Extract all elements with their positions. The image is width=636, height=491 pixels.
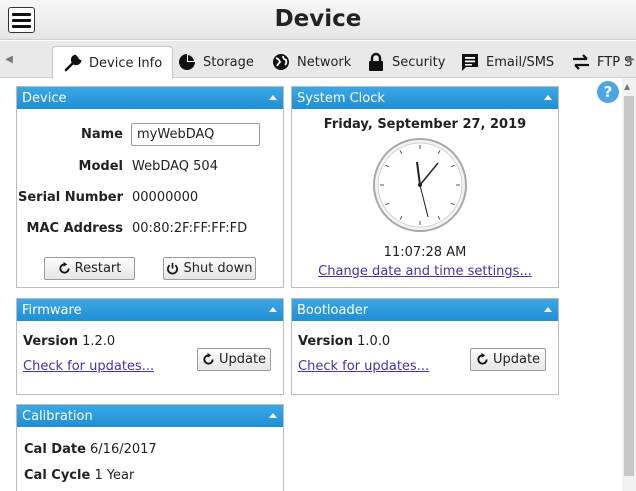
tab-network[interactable]: Network xyxy=(271,46,351,78)
restart-button[interactable]: Restart xyxy=(44,257,135,280)
device-name-input[interactable] xyxy=(131,123,260,146)
scroll-up-icon[interactable]: ▲ xyxy=(624,82,630,91)
restart-label: Restart xyxy=(74,261,122,276)
panel-header[interactable]: Firmware xyxy=(17,299,283,321)
analog-clock-icon xyxy=(372,137,468,233)
tab-scroll-left-icon[interactable]: ◀ xyxy=(2,41,16,78)
collapse-caret-icon[interactable] xyxy=(269,307,277,312)
update-label: Update xyxy=(218,352,267,367)
panel-header[interactable]: System Clock xyxy=(292,87,558,109)
version-label: Version xyxy=(298,334,353,349)
refresh-icon xyxy=(58,262,71,275)
shutdown-button[interactable]: Shut down xyxy=(163,257,256,280)
firmware-version-row: Version 1.2.0 xyxy=(23,334,115,349)
power-icon xyxy=(166,262,179,275)
bootloader-version-value: 1.0.0 xyxy=(357,334,391,349)
clock-time: 11:07:28 AM xyxy=(383,245,467,260)
panel-title: Calibration xyxy=(22,408,93,424)
firmware-update-button[interactable]: Update xyxy=(197,348,271,371)
panel-title: Firmware xyxy=(22,302,82,318)
pie-chart-icon xyxy=(177,52,197,72)
message-icon xyxy=(460,52,480,72)
wrench-icon xyxy=(63,53,83,73)
cal-date-label: Cal Date xyxy=(24,442,86,457)
page-title: Device xyxy=(274,6,362,32)
cal-cycle-label: Cal Cycle xyxy=(24,468,91,483)
bootloader-check-updates-link[interactable]: Check for updates... xyxy=(298,359,429,374)
tab-security[interactable]: Security xyxy=(366,46,445,78)
mac-address-label: MAC Address xyxy=(26,221,123,236)
system-clock-panel: System Clock Friday, September 27, 2019 … xyxy=(291,86,559,288)
panel-title: Device xyxy=(22,90,67,106)
tab-label: Network xyxy=(297,54,352,70)
mac-address-value: 00:80:2F:FF:FF:FD xyxy=(132,221,248,236)
tab-label: Security xyxy=(392,54,446,70)
bootloader-update-button[interactable]: Update xyxy=(470,348,546,371)
bootloader-panel: Bootloader Version 1.0.0 Check for updat… xyxy=(291,298,559,395)
firmware-version-value: 1.2.0 xyxy=(82,334,116,349)
collapse-caret-icon[interactable] xyxy=(544,95,552,100)
model-label: Model xyxy=(78,159,123,174)
update-label: Update xyxy=(492,352,541,367)
panel-header[interactable]: Bootloader xyxy=(292,299,558,321)
collapse-caret-icon[interactable] xyxy=(544,307,552,312)
cal-date-value: 6/16/2017 xyxy=(90,442,157,457)
calibration-panel: Calibration Cal Date 6/16/2017 Cal Cycle… xyxy=(16,404,284,491)
shutdown-label: Shut down xyxy=(183,261,253,276)
refresh-icon xyxy=(202,353,215,366)
panel-header[interactable]: Calibration xyxy=(17,405,283,427)
device-panel: Device Name Model WebDAQ 504 Serial Numb… xyxy=(16,86,284,288)
scrollbar-thumb[interactable] xyxy=(624,96,634,476)
tab-label: Device Info xyxy=(89,55,163,71)
globe-icon xyxy=(271,52,291,72)
collapse-caret-icon[interactable] xyxy=(269,95,277,100)
refresh-icon xyxy=(476,353,489,366)
name-label: Name xyxy=(80,127,123,142)
panel-header[interactable]: Device xyxy=(17,87,283,109)
tab-email-sms[interactable]: Email/SMS xyxy=(460,46,554,78)
change-date-time-link[interactable]: Change date and time settings... xyxy=(318,264,532,279)
header-bar: Device xyxy=(0,0,636,40)
firmware-check-updates-link[interactable]: Check for updates... xyxy=(23,359,154,374)
panel-title: Bootloader xyxy=(297,302,369,318)
tab-storage[interactable]: Storage xyxy=(177,46,254,78)
transfer-icon xyxy=(571,52,591,72)
change-date-link-row: Change date and time settings... xyxy=(292,264,558,279)
model-value: WebDAQ 504 xyxy=(132,159,218,174)
tab-scroll-right-icon[interactable]: ▶ xyxy=(624,41,636,78)
tab-bar: ◀ Device Info Storage Network Security E… xyxy=(0,41,636,79)
firmware-panel: Firmware Version 1.2.0 Check for updates… xyxy=(16,298,284,395)
cal-date-row: Cal Date 6/16/2017 xyxy=(24,442,157,457)
clock-date: Friday, September 27, 2019 xyxy=(323,117,527,132)
cal-cycle-value: 1 Year xyxy=(94,468,135,483)
panel-title: System Clock xyxy=(297,90,385,106)
cal-cycle-row: Cal Cycle 1 Year xyxy=(24,468,134,483)
tab-label: Email/SMS xyxy=(486,54,555,70)
lock-icon xyxy=(366,52,386,72)
tab-device-info[interactable]: Device Info xyxy=(52,46,174,79)
collapse-caret-icon[interactable] xyxy=(269,413,277,418)
bootloader-version-row: Version 1.0.0 xyxy=(298,334,390,349)
version-label: Version xyxy=(23,334,78,349)
help-icon[interactable]: ? xyxy=(597,81,619,103)
serial-number-value: 00000000 xyxy=(132,190,199,205)
serial-number-label: Serial Number xyxy=(17,190,123,205)
tab-label: Storage xyxy=(203,54,254,70)
